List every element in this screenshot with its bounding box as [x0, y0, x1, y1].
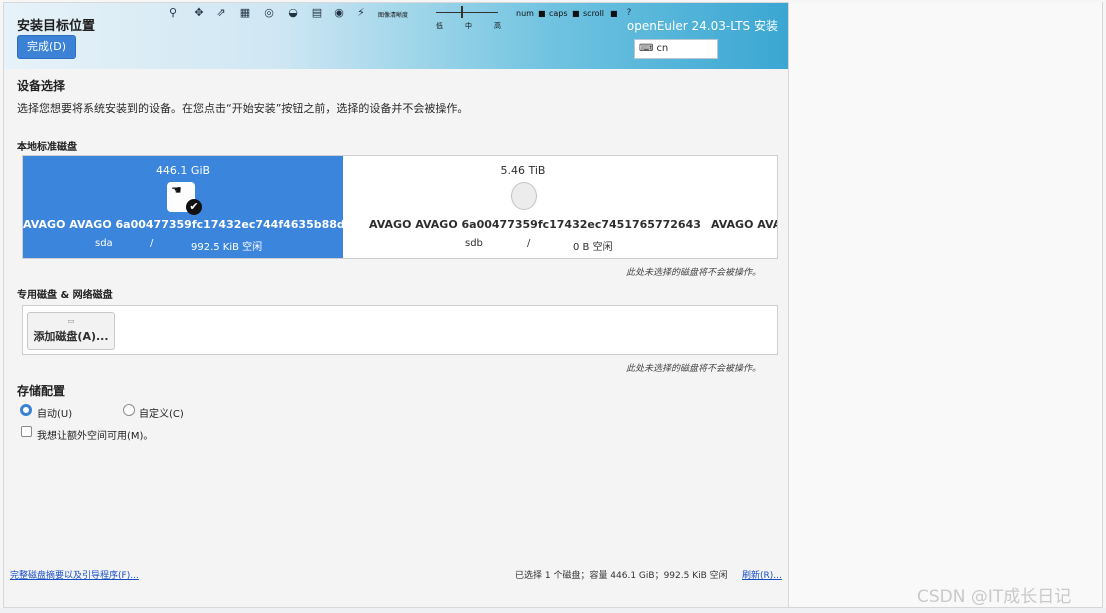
record-icon[interactable]: ◉	[332, 6, 346, 20]
selection-status: 已选择 1 个磁盘；容量 446.1 GiB；992.5 KiB 空闲	[515, 571, 728, 581]
extra-space-label[interactable]: 我想让额外空间可用(M)。	[37, 427, 153, 442]
keyboard-icon: ⌨	[639, 43, 654, 54]
specialized-disk-note: 此处未选择的磁盘将不会被操作。	[626, 364, 762, 374]
quality-level-high: 高	[494, 22, 501, 30]
mouse-icon[interactable]: ⇗	[214, 6, 228, 20]
auto-radio-label[interactable]: 自动(U)	[37, 405, 72, 420]
remote-console-toolbar: ⚲ ✥ ⇗ ▦ ◎ ◒ ▤ ◉ ⚡ 图像清晰度 低 中 高 num ■ caps…	[164, 5, 634, 31]
disk-separator: /	[527, 238, 531, 249]
num-lock-indicator: ■	[538, 9, 546, 18]
custom-radio-label[interactable]: 自定义(C)	[139, 405, 184, 420]
add-disk-icon: ▭	[67, 317, 75, 325]
disk-name: AVAGO AVAGO 6a00477359fc17432ec744f4635b…	[23, 218, 353, 231]
add-disk-button[interactable]: ▭ 添加磁盘(A)...	[27, 312, 115, 350]
watermark: CSDN @IT成长日记	[917, 587, 1072, 607]
local-disk-list: 446.1 GiB ☚ ✔ AVAGO AVAGO 6a00477359fc17…	[22, 155, 778, 259]
add-disk-label: 添加磁盘(A)...	[33, 330, 109, 343]
scroll-lock-indicator: ■	[610, 9, 618, 18]
disk-sda[interactable]: 446.1 GiB ☚ ✔ AVAGO AVAGO 6a00477359fc17…	[23, 156, 353, 258]
hard-disk-icon: ☚ ✔	[167, 182, 202, 215]
caps-lock-label: caps	[549, 9, 568, 18]
quality-level-low: 低	[436, 22, 443, 30]
product-title: openEuler 24.03-LTS 安装	[626, 19, 778, 33]
specialized-disks-label: 专用磁盘 & 网络磁盘	[17, 290, 113, 301]
floppy-icon[interactable]: ▤	[310, 6, 324, 20]
scroll-lock-label: scroll	[583, 9, 605, 18]
keyboard-layout-label: cn	[656, 43, 669, 54]
local-disks-label: 本地标准磁盘	[17, 142, 77, 153]
pin-icon[interactable]: ⚲	[166, 6, 180, 20]
disk-name: AVAGO AVAGO 6a00477359fc17432ec745176577…	[369, 218, 701, 231]
installer-window: 安装目标位置 完成(D) openEuler 24.03-LTS 安装 ⌨ cn …	[3, 2, 789, 608]
extra-space-checkbox[interactable]	[21, 426, 32, 437]
disk-free-space: 992.5 KiB 空闲	[191, 242, 263, 253]
checkmark-icon: ✔	[186, 199, 202, 215]
disk-sdb[interactable]: 5.46 TiB AVAGO AVAGO 6a00477359fc17432ec…	[363, 156, 701, 258]
page-title: 安装目标位置	[17, 19, 96, 34]
custom-radio[interactable]	[123, 404, 135, 416]
device-selection-heading: 设备选择	[17, 79, 66, 93]
cursor-hand-icon: ☚	[171, 183, 182, 197]
device-selection-description: 选择您想要将系统安装到的设备。在您点击“开始安装”按钮之前，选择的设备并不会被操…	[17, 102, 469, 115]
cd-icon[interactable]: ◎	[262, 6, 276, 20]
storage-config-heading: 存储配置	[17, 384, 66, 398]
caps-lock-indicator: ■	[572, 9, 580, 18]
bottom-strip	[0, 608, 1106, 613]
disk-size: 5.46 TiB	[500, 164, 546, 177]
local-disk-note: 此处未选择的磁盘将不会被操作。	[626, 268, 762, 278]
disk-toolbar-icon[interactable]: ◒	[286, 6, 300, 20]
disk-device: sdb	[465, 238, 483, 249]
desktop-background	[789, 2, 1103, 608]
disk-device: sda	[95, 238, 113, 249]
power-icon[interactable]: ⚡	[354, 6, 368, 20]
image-quality-slider-knob[interactable]	[461, 6, 463, 18]
keyboard-layout-indicator[interactable]: ⌨ cn	[634, 39, 718, 59]
num-lock-label: num	[516, 9, 534, 18]
screen: 安装目标位置 完成(D) openEuler 24.03-LTS 安装 ⌨ cn …	[0, 0, 1106, 613]
move-icon[interactable]: ✥	[192, 6, 206, 20]
header-banner: 安装目标位置 完成(D) openEuler 24.03-LTS 安装 ⌨ cn …	[4, 3, 788, 69]
specialized-disk-list: ▭ 添加磁盘(A)...	[22, 305, 778, 355]
refresh-link[interactable]: 刷新(R)...	[742, 568, 782, 581]
disk-third-partial[interactable]: AVAGO AVA	[705, 156, 778, 258]
quality-level-mid: 中	[465, 22, 472, 30]
help-icon[interactable]: ?	[622, 6, 636, 20]
image-quality-label: 图像清晰度	[378, 12, 409, 19]
auto-radio[interactable]	[20, 404, 32, 416]
disk-free-space: 0 B 空闲	[573, 242, 613, 253]
done-button[interactable]: 完成(D)	[17, 35, 76, 59]
full-disk-summary-link[interactable]: 完整磁盘摘要以及引导程序(F)...	[10, 568, 139, 581]
disk-separator: /	[150, 238, 154, 249]
disk-size: 446.1 GiB	[155, 164, 211, 177]
disk-name: AVAGO AVA	[711, 218, 778, 231]
image-quality-slider[interactable]	[436, 12, 498, 13]
hard-disk-icon	[511, 182, 537, 210]
keyboard-toolbar-icon[interactable]: ▦	[238, 6, 252, 20]
